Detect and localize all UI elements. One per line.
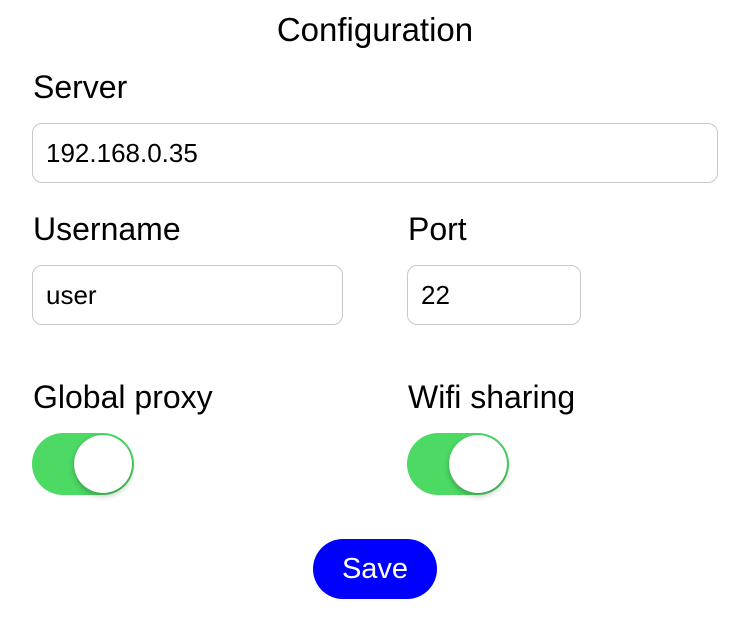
wifi-sharing-toggle[interactable]: [407, 433, 509, 495]
global-proxy-toggle-knob: [74, 435, 132, 493]
username-input[interactable]: [32, 265, 343, 325]
page-title: Configuration: [276, 11, 474, 48]
global-proxy-label: Global proxy: [33, 379, 213, 415]
wifi-sharing-label: Wifi sharing: [408, 379, 576, 415]
server-input[interactable]: [32, 123, 718, 183]
port-label: Port: [408, 211, 467, 247]
global-proxy-toggle[interactable]: [32, 433, 134, 495]
port-input[interactable]: [407, 265, 581, 325]
username-label: Username: [33, 211, 181, 247]
wifi-sharing-toggle-knob: [449, 435, 507, 493]
save-button[interactable]: Save: [313, 539, 437, 599]
server-label: Server: [33, 69, 128, 105]
